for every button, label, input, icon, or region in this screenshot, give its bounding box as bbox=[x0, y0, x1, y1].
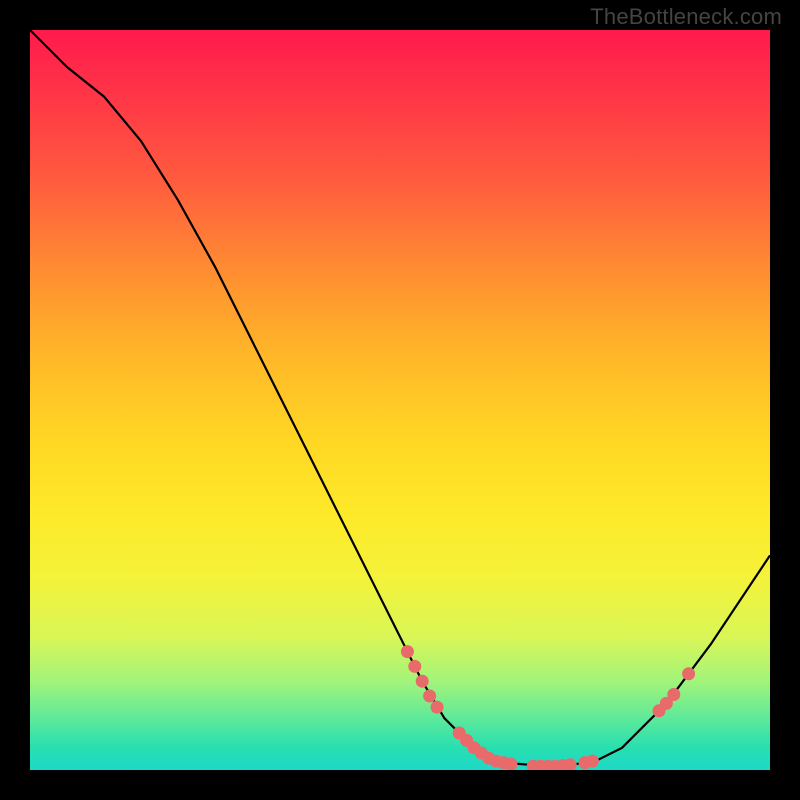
watermark-text: TheBottleneck.com bbox=[590, 4, 782, 30]
plot-area bbox=[30, 30, 770, 770]
chart-frame: TheBottleneck.com bbox=[0, 0, 800, 800]
chart-markers bbox=[30, 30, 770, 770]
